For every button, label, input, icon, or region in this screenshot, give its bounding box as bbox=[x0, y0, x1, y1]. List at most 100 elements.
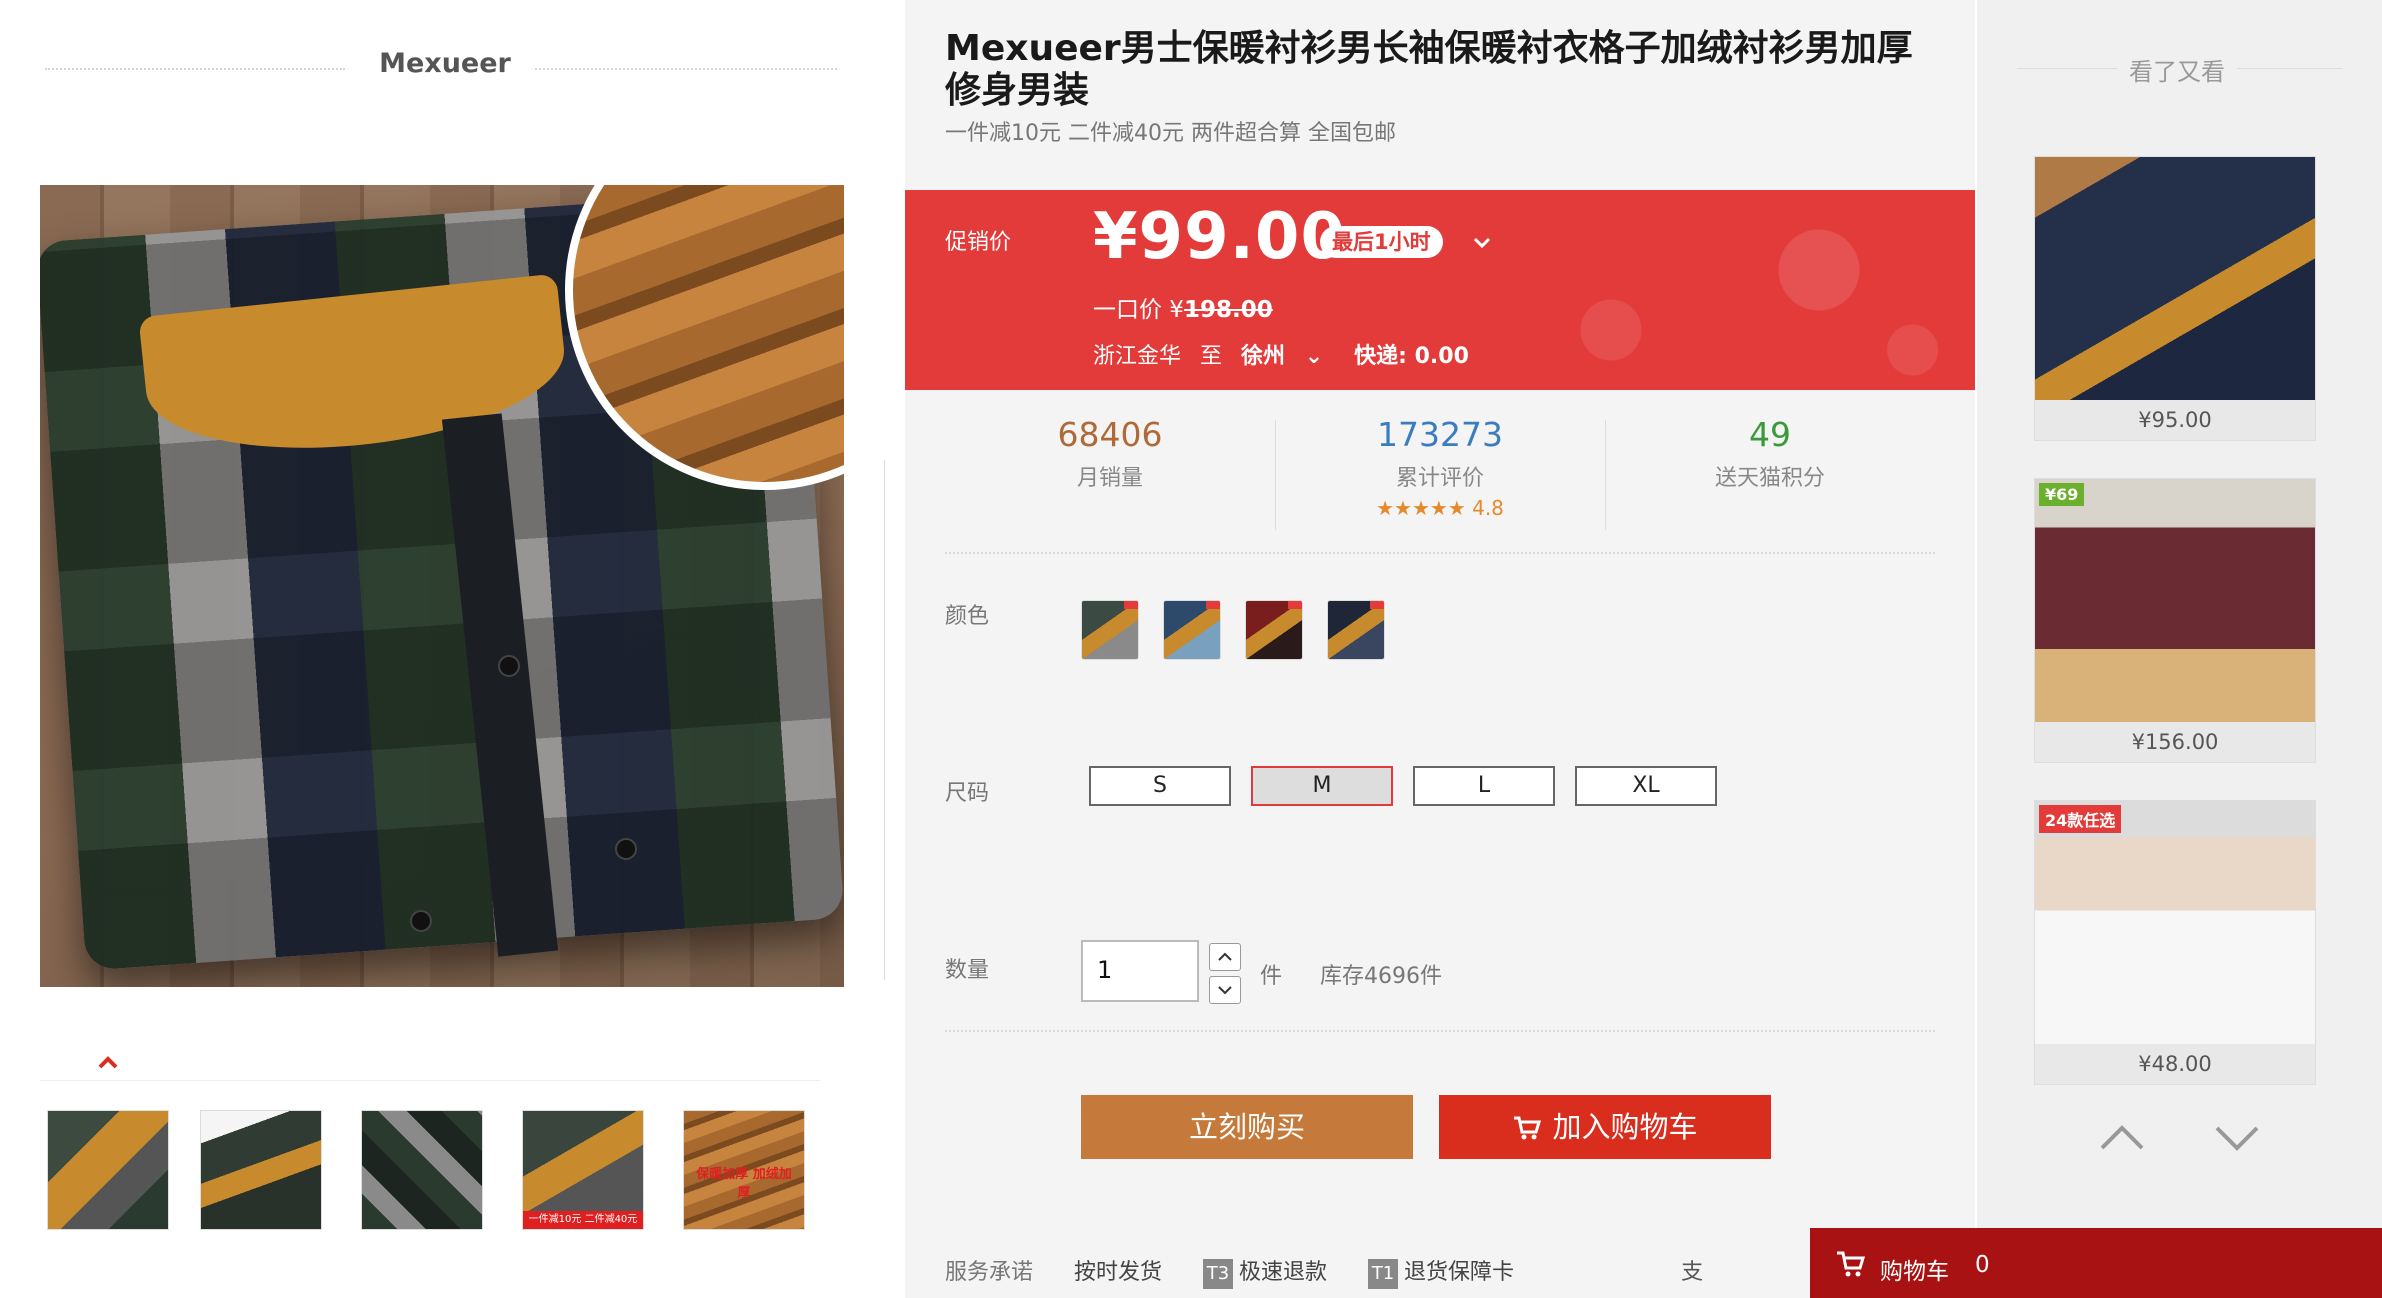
stat-label: 累计评价 bbox=[1395, 466, 1484, 491]
stock-count: 库存4696件 bbox=[1320, 964, 1442, 989]
cart-count: 0 bbox=[1975, 1252, 1990, 1278]
service-item-text: 退货保障卡 bbox=[1404, 1260, 1515, 1285]
thumbnail[interactable]: 一件减10元 二件减40元 bbox=[522, 1110, 644, 1230]
recommend-title: 看了又看 bbox=[2129, 58, 2225, 86]
shirt-button bbox=[498, 655, 520, 677]
brand-name[interactable]: Mexueer bbox=[375, 48, 515, 79]
stat-monthly-sales: 68406 月销量 bbox=[945, 415, 1275, 492]
swatch-corner-mark bbox=[1370, 601, 1384, 609]
thumbnail-promo-badge: 一件减10元 二件减40元 bbox=[523, 1211, 643, 1229]
thumbnail[interactable] bbox=[47, 1110, 169, 1230]
service-item-return-card[interactable]: T1 退货保障卡 bbox=[1368, 1254, 1514, 1289]
chevron-up-icon[interactable] bbox=[95, 1050, 121, 1076]
divider bbox=[535, 68, 837, 70]
divider bbox=[2237, 68, 2342, 69]
color-swatch-blue[interactable] bbox=[1163, 600, 1221, 660]
chevron-up-icon[interactable] bbox=[2092, 1118, 2152, 1158]
recommend-item[interactable]: ¥95.00 bbox=[2034, 156, 2316, 441]
recommend-item-badge: 24款任选 bbox=[2039, 805, 2122, 833]
thumbnail[interactable] bbox=[200, 1110, 322, 1230]
chevron-down-icon bbox=[1218, 986, 1232, 995]
ship-to-word: 至 bbox=[1200, 344, 1223, 369]
size-option-xl[interactable]: XL bbox=[1575, 766, 1717, 806]
color-label: 颜色 bbox=[945, 604, 990, 629]
quantity-label: 数量 bbox=[945, 958, 990, 983]
ship-from: 浙江金华 bbox=[1093, 344, 1182, 369]
thumbnail[interactable]: 保暖加厚 加绒加厚 bbox=[683, 1110, 805, 1230]
quantity-unit: 件 bbox=[1260, 964, 1283, 989]
countdown-badge: 最后1小时 bbox=[1320, 226, 1443, 258]
thumbnail-image bbox=[362, 1111, 482, 1229]
stat-value: 173273 bbox=[1377, 415, 1503, 454]
service-item-ontime[interactable]: 按时发货 bbox=[1074, 1254, 1162, 1286]
color-swatch-green[interactable] bbox=[1081, 600, 1139, 660]
cart-icon bbox=[1837, 1251, 1866, 1277]
size-option-l[interactable]: L bbox=[1413, 766, 1555, 806]
color-swatch-navy[interactable] bbox=[1327, 600, 1385, 660]
shirt-button bbox=[615, 838, 637, 860]
recommend-panel: 看了又看 ¥95.00 ¥69 ¥156.00 24款任选 ¥48.00 bbox=[1977, 0, 2382, 1298]
chevron-down-icon: ⌄ bbox=[1304, 344, 1324, 369]
service-tag-t1: T1 bbox=[1368, 1259, 1399, 1289]
product-title: Mexueer男士保暖衬衫男长袖保暖衬衣格子加绒衬衫男加厚修身男装 bbox=[945, 28, 1913, 111]
size-option-m[interactable]: M bbox=[1251, 766, 1393, 806]
recommend-item-image bbox=[2035, 157, 2315, 400]
price-band: 促销价 ¥99.00 最后1小时 一口价 ¥198.00 浙江金华 至 徐州 ⌄… bbox=[905, 190, 1975, 390]
main-product-image[interactable] bbox=[40, 185, 844, 987]
brand-bar: Mexueer bbox=[45, 40, 837, 96]
service-item-text: 极速退款 bbox=[1239, 1260, 1328, 1285]
add-to-cart-label: 加入购物车 bbox=[1552, 1110, 1698, 1144]
divider bbox=[2017, 68, 2117, 69]
cart-icon bbox=[1514, 1116, 1542, 1140]
recommend-item-image: ¥69 bbox=[2035, 479, 2315, 722]
service-label: 服务承诺 bbox=[945, 1260, 1034, 1285]
size-option-s[interactable]: S bbox=[1089, 766, 1231, 806]
buy-now-button[interactable]: 立刻购买 bbox=[1081, 1095, 1413, 1159]
sales-stats: 68406 月销量 173273 累计评价 ★★★★★ 4.8 49 送天猫积分 bbox=[945, 400, 1935, 540]
cart-label: 购物车 bbox=[1880, 1259, 1949, 1285]
divider bbox=[945, 552, 1935, 554]
add-to-cart-button[interactable]: 加入购物车 bbox=[1439, 1095, 1771, 1159]
thumbnail[interactable] bbox=[361, 1110, 483, 1230]
swatch-corner-mark bbox=[1288, 601, 1302, 609]
service-tail-text: 支 bbox=[1681, 1260, 1704, 1285]
quantity-increment-button[interactable] bbox=[1209, 943, 1241, 971]
recommend-item-badge: ¥69 bbox=[2039, 483, 2085, 506]
stat-reviews[interactable]: 173273 累计评价 ★★★★★ 4.8 bbox=[1275, 415, 1605, 520]
express-fee: 快递: 0.00 bbox=[1354, 344, 1469, 369]
recommend-item[interactable]: ¥69 ¥156.00 bbox=[2034, 478, 2316, 763]
thumbnail-overlay-text: 保暖加厚 加绒加厚 bbox=[696, 1167, 792, 1201]
divider bbox=[945, 1030, 1935, 1032]
recommend-item[interactable]: 24款任选 ¥48.00 bbox=[2034, 800, 2316, 1085]
chevron-up-icon bbox=[1218, 952, 1232, 961]
thumbnail-image bbox=[48, 1111, 168, 1229]
stat-label: 送天猫积分 bbox=[1714, 466, 1825, 491]
promo-price: ¥99.00 bbox=[1093, 200, 1346, 274]
product-subtitle: 一件减10元 二件减40元 两件超合算 全国包邮 bbox=[945, 121, 1396, 146]
color-swatch-red[interactable] bbox=[1245, 600, 1303, 660]
recommend-item-price: ¥48.00 bbox=[2035, 1044, 2315, 1084]
promo-price-label: 促销价 bbox=[945, 230, 1012, 255]
divider bbox=[40, 1080, 820, 1081]
service-promises: 服务承诺 按时发货 T3 极速退款 T1 退货保障卡 支 bbox=[945, 1254, 1703, 1289]
chevron-down-icon[interactable] bbox=[1470, 230, 1494, 254]
ship-city-label: 徐州 bbox=[1241, 344, 1286, 369]
quantity-decrement-button[interactable] bbox=[1209, 976, 1241, 1004]
original-price-value: 198.00 bbox=[1183, 297, 1273, 323]
chevron-down-icon[interactable] bbox=[2207, 1118, 2267, 1158]
size-label: 尺码 bbox=[945, 781, 990, 806]
recommend-header: 看了又看 bbox=[1977, 52, 2382, 86]
divider bbox=[45, 68, 345, 70]
cart-bar[interactable]: 购物车 0 bbox=[1810, 1228, 2382, 1298]
service-item-fast-refund[interactable]: T3 极速退款 bbox=[1203, 1254, 1327, 1289]
thumbnail-image bbox=[201, 1111, 321, 1229]
ship-city-selector[interactable]: 徐州 ⌄ bbox=[1241, 344, 1335, 369]
original-price: 一口价 ¥198.00 bbox=[1093, 290, 1273, 324]
stat-value: 49 bbox=[1749, 415, 1791, 454]
recommend-item-price: ¥95.00 bbox=[2035, 400, 2315, 440]
recommend-item-price: ¥156.00 bbox=[2035, 722, 2315, 762]
quantity-input[interactable]: 1 bbox=[1081, 940, 1199, 1002]
stat-label: 月销量 bbox=[1076, 466, 1143, 491]
product-gallery: Mexueer 一件减10元 二件减40元 保暖加厚 加绒加厚 bbox=[0, 0, 880, 1298]
divider bbox=[884, 460, 885, 980]
